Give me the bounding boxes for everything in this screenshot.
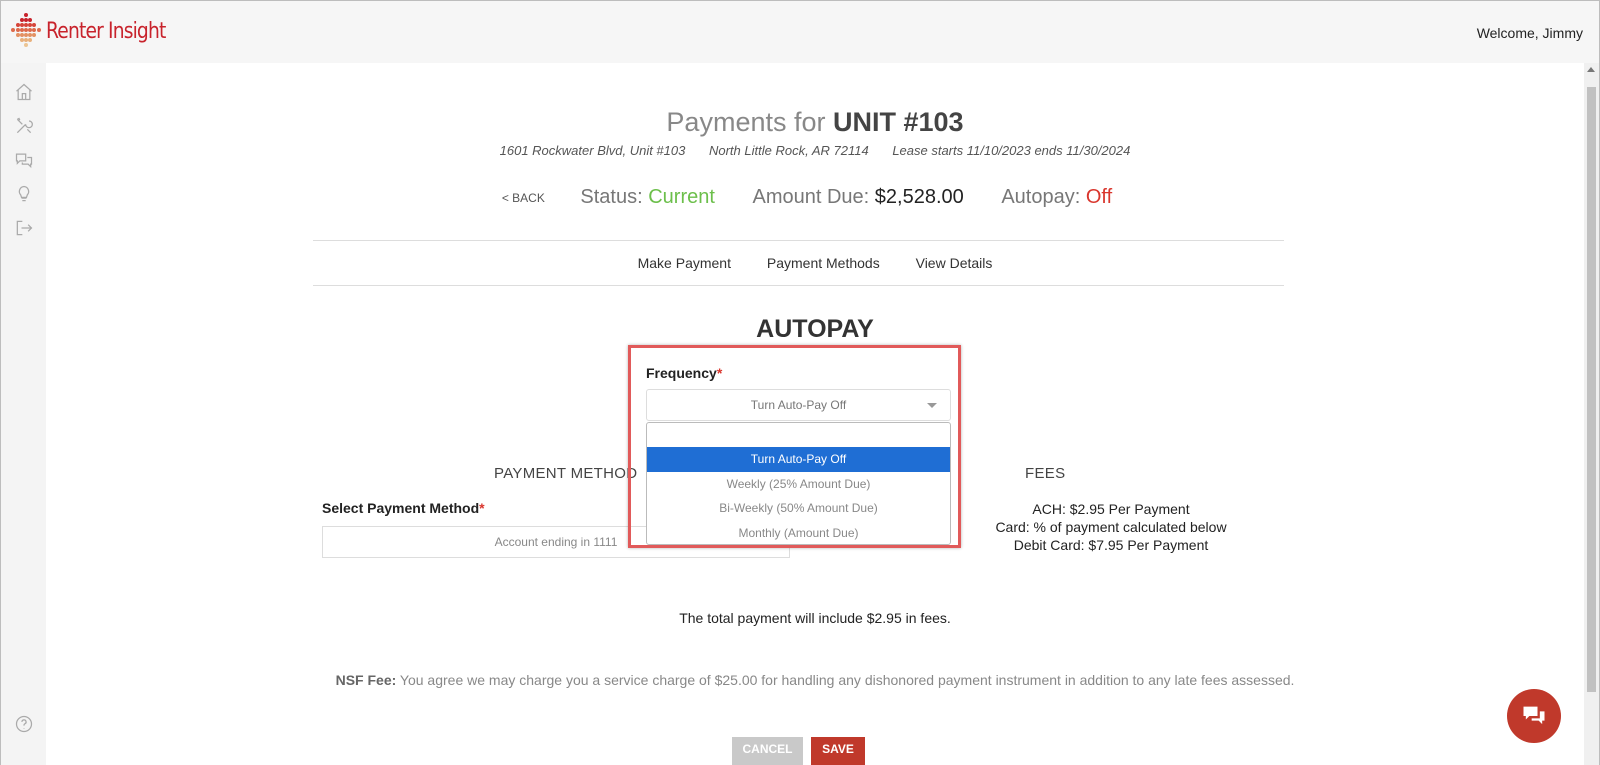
fee-line: Card: % of payment calculated below	[995, 519, 1227, 535]
logo-dot	[28, 18, 33, 22]
logo-dot	[28, 38, 33, 42]
logo-dot	[32, 23, 37, 27]
save-button[interactable]: SAVE	[811, 737, 865, 765]
status-row: < BACK Status: Current Amount Due: $2,52…	[46, 186, 1584, 209]
logo-mark-icon	[11, 13, 41, 49]
tools-icon[interactable]	[13, 115, 35, 137]
lightbulb-icon[interactable]	[13, 183, 35, 205]
address-text: 1601 Rockwater Blvd, Unit #103	[499, 143, 686, 158]
divider	[313, 240, 1284, 241]
status-item: Status: Current	[580, 186, 720, 208]
page-title: Payments for UNIT #103	[46, 107, 1584, 138]
home-icon[interactable]	[13, 81, 35, 103]
highlight-annotation	[628, 345, 961, 548]
back-link[interactable]: < BACK	[502, 191, 545, 205]
fees-list: ACH: $2.95 Per Payment Card: % of paymen…	[916, 500, 1306, 554]
required-marker: *	[479, 500, 485, 516]
autopay-title: AUTOPAY	[756, 315, 874, 343]
logo-dot	[32, 28, 37, 32]
autopay-item: Autopay: Off	[1001, 186, 1112, 208]
status-label: Status:	[580, 186, 643, 208]
payment-tabs: Make Payment Payment Methods View Detail…	[46, 255, 1584, 271]
lease-text: Lease starts 11/10/2023 ends 11/30/2024	[892, 143, 1131, 158]
logo-dot	[24, 13, 28, 17]
logo-dot	[15, 28, 20, 32]
logo-dot	[32, 33, 37, 37]
left-nav-rail	[1, 63, 46, 765]
scroll-thumb[interactable]	[1587, 87, 1596, 692]
logo-dot	[11, 28, 16, 32]
chat-bubbles-icon[interactable]	[13, 149, 35, 171]
autopay-label: Autopay:	[1001, 186, 1081, 208]
fee-line: Debit Card: $7.95 Per Payment	[1013, 537, 1209, 553]
city-text: North Little Rock, AR 72114	[708, 143, 869, 158]
nsf-text: You agree we may charge you a service ch…	[399, 672, 1295, 688]
chat-icon	[1523, 706, 1545, 725]
fees-heading: FEES	[1025, 465, 1066, 482]
tab-view-details[interactable]: View Details	[916, 255, 993, 271]
logout-icon[interactable]	[13, 217, 35, 239]
amount-due-item: Amount Due: $2,528.00	[753, 186, 970, 208]
brand-name: Renter Insight	[46, 18, 166, 44]
top-bar: Renter Insight Welcome, Jimmy	[1, 1, 1599, 63]
chat-button[interactable]	[1507, 689, 1561, 743]
property-info: 1601 Rockwater Blvd, Unit #103 North Lit…	[46, 143, 1584, 158]
logo-dot	[24, 43, 28, 47]
cancel-button[interactable]: CANCEL	[732, 737, 803, 765]
status-value: Current	[648, 186, 715, 208]
logo-dot	[36, 28, 41, 32]
welcome-text: Welcome, Jimmy	[1476, 25, 1583, 41]
tab-payment-methods[interactable]: Payment Methods	[767, 255, 880, 271]
scroll-up-arrow-icon[interactable]	[1587, 67, 1595, 72]
main-content: Payments for UNIT #103 1601 Rockwater Bl…	[46, 63, 1584, 765]
title-unit: UNIT #103	[833, 107, 964, 137]
logo[interactable]: Renter Insight	[11, 13, 187, 49]
total-fee-note: The total payment will include $2.95 in …	[679, 610, 951, 626]
fee-line: ACH: $2.95 Per Payment	[1032, 501, 1190, 517]
title-prefix: Payments for	[666, 107, 826, 137]
nsf-fee-note: NSF Fee: You agree we may charge you a s…	[46, 672, 1584, 688]
nsf-label: NSF Fee:	[335, 672, 397, 688]
autopay-value: Off	[1085, 186, 1113, 208]
logo-dot	[15, 33, 20, 37]
scrollbar[interactable]	[1584, 63, 1599, 765]
divider	[313, 285, 1284, 286]
payment-method-label: Select Payment Method*	[322, 500, 485, 516]
logo-dot	[15, 23, 20, 27]
amount-label: Amount Due:	[752, 186, 870, 208]
payment-method-heading: PAYMENT METHOD	[494, 465, 638, 482]
help-icon[interactable]	[13, 713, 35, 735]
amount-value: $2,528.00	[874, 186, 964, 208]
payment-method-label-text: Select Payment Method	[322, 500, 480, 516]
tab-make-payment[interactable]: Make Payment	[638, 255, 731, 271]
